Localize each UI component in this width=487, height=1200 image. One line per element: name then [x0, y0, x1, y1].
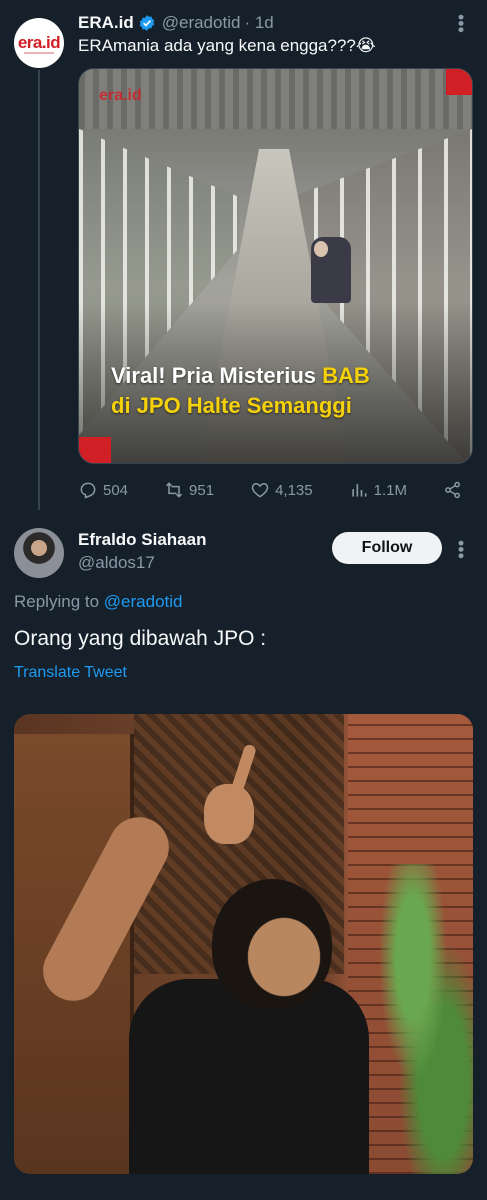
retweet-count: 951	[189, 481, 215, 499]
views-button[interactable]: 1.1M	[349, 480, 407, 500]
era-logo: era.id	[17, 33, 61, 52]
author-handle[interactable]: @eradotid	[162, 13, 241, 33]
author-name[interactable]: ERA.id	[78, 13, 134, 33]
avatar[interactable]	[14, 528, 64, 578]
image-plant	[373, 864, 473, 1174]
share-button[interactable]	[443, 480, 463, 500]
views-count: 1.1M	[373, 481, 407, 499]
corner-accent	[446, 69, 472, 95]
tweet-text: Orang yang dibawah JPO :	[14, 627, 267, 650]
author-name[interactable]: Efraldo Siahaan	[78, 530, 206, 550]
tweet-text: ERAmania ada yang kena engga???😭	[78, 36, 376, 55]
author-handle[interactable]: @aldos17	[78, 553, 155, 573]
verified-badge-icon	[139, 15, 155, 31]
image-hand	[204, 784, 254, 844]
follow-button[interactable]: Follow	[332, 532, 442, 564]
image-watermark: era.id	[99, 87, 142, 104]
replying-to: Replying to @eradotid	[14, 592, 182, 612]
replying-to-link[interactable]: @eradotid	[104, 592, 183, 611]
retweet-button[interactable]: 951	[164, 480, 214, 500]
like-count: 4,135	[275, 481, 313, 499]
reply-button[interactable]: 504	[78, 480, 128, 500]
heart-icon	[251, 482, 269, 498]
retweet-icon	[166, 482, 183, 498]
image-headline: Viral! Pria Misterius BAB di JPO Halte S…	[111, 361, 451, 421]
image-person-head	[314, 241, 328, 257]
image-shirt	[129, 979, 369, 1174]
reply-count: 504	[103, 481, 129, 499]
tweet-media-image[interactable]: era.id Viral! Pria Misterius BAB di JPO …	[78, 68, 473, 464]
more-options-icon[interactable]: •••	[451, 540, 471, 559]
tweet-media-image[interactable]	[14, 714, 473, 1174]
image-head	[212, 879, 332, 1009]
timestamp[interactable]: · 1d	[244, 13, 273, 33]
avatar[interactable]: era.id	[14, 18, 64, 68]
logo-underline	[24, 52, 54, 54]
reply-icon	[80, 482, 96, 499]
tweet-header: ERA.id @eradotid · 1d	[78, 12, 467, 34]
replying-prefix: Replying to	[14, 592, 104, 611]
corner-accent	[79, 437, 111, 463]
headline-highlight-line2: di JPO Halte Semanggi	[111, 393, 352, 418]
like-button[interactable]: 4,135	[250, 480, 313, 500]
thread-connector-line	[38, 70, 40, 510]
share-icon	[445, 481, 460, 499]
tweet-actions-bar: 504 951 4,135 1.1M	[78, 478, 463, 502]
more-options-icon[interactable]: •••	[451, 14, 471, 33]
headline-highlight: BAB	[322, 363, 370, 388]
headline-white: Viral! Pria Misterius	[111, 363, 323, 388]
views-chart-icon	[351, 484, 367, 497]
translate-tweet-link[interactable]: Translate Tweet	[14, 664, 127, 682]
